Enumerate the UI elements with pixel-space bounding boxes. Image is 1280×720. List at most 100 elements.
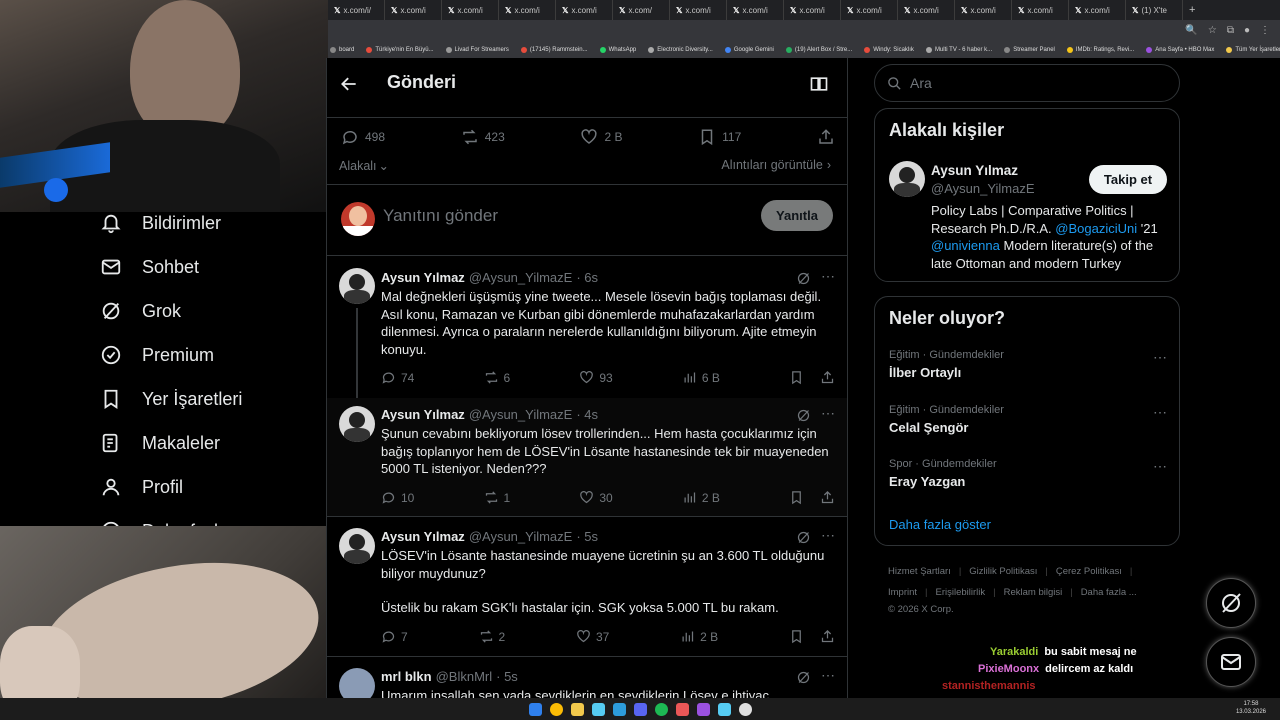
bookmark-item[interactable]: Google Gemini	[724, 47, 774, 53]
browser-tab[interactable]: 𝕏x.com/i	[385, 0, 442, 20]
more-options-icon[interactable]: ⋯	[1153, 349, 1167, 366]
tweet-time[interactable]: · 4s	[576, 407, 598, 422]
reply-input[interactable]: Yanıtını gönder	[383, 206, 498, 226]
system-clock[interactable]: 17:58 13.03.2026	[1236, 700, 1266, 716]
footer-link[interactable]: Reklam bilgisi	[1004, 587, 1063, 598]
footer-link[interactable]: Gizlilik Politikası	[969, 566, 1037, 577]
file-explorer-icon[interactable]	[570, 702, 584, 716]
repost-button[interactable]: 2	[479, 629, 505, 644]
browser-tab[interactable]: 𝕏x.com/i	[784, 0, 841, 20]
reader-icon[interactable]	[809, 74, 829, 94]
tweet[interactable]: Aysun Yılmaz @Aysun_YilmazE · 5s LÖSEV'i…	[327, 520, 847, 656]
author-name[interactable]: mrl blkn	[381, 669, 432, 684]
bookmark-item[interactable]: board	[330, 47, 354, 53]
author-handle[interactable]: @Aysun_YilmazE	[469, 529, 573, 544]
bio-link[interactable]: @univienna	[931, 238, 1000, 253]
author-handle[interactable]: @Aysun_YilmazE	[469, 270, 573, 285]
repost-button[interactable]: 6	[484, 370, 510, 385]
reply-button[interactable]: 74	[381, 370, 414, 385]
follow-button[interactable]: Takip et	[1089, 165, 1167, 194]
browser-tab[interactable]: 𝕏x.com/i/	[328, 0, 385, 20]
windows-start-icon[interactable]	[528, 702, 542, 716]
grok-icon[interactable]	[796, 670, 811, 685]
reply-button[interactable]: 10	[381, 490, 414, 505]
view-quotes-link[interactable]: Alıntıları görüntüle ›	[721, 158, 831, 172]
footer-link[interactable]: Imprint	[888, 587, 917, 598]
share-icon[interactable]	[820, 629, 835, 644]
bookmark-item[interactable]: (19) Alert Box / Stre...	[785, 47, 852, 53]
tweet-time[interactable]: · 5s	[496, 669, 518, 684]
twitch-icon[interactable]	[696, 702, 710, 716]
messages-fab[interactable]	[1206, 637, 1256, 687]
author-name[interactable]: Aysun Yılmaz	[381, 407, 465, 422]
search-input[interactable]: Ara	[874, 64, 1180, 102]
footer-link[interactable]: Hizmet Şartları	[888, 566, 951, 577]
app-icon[interactable]	[591, 702, 605, 716]
author-name[interactable]: Aysun Yılmaz	[381, 529, 465, 544]
browser-tab[interactable]: 𝕏x.com/i	[955, 0, 1012, 20]
grok-icon[interactable]	[796, 408, 811, 423]
tweet[interactable]: Aysun Yılmaz @Aysun_YilmazE · 4s Şunun c…	[327, 398, 847, 516]
reply-count-button[interactable]: 498	[341, 128, 385, 146]
footer-link[interactable]: Çerez Politikası	[1056, 566, 1122, 577]
like-count-button[interactable]: 2 B	[580, 128, 622, 146]
browser-tab[interactable]: 𝕏x.com/i	[1069, 0, 1126, 20]
app-icon[interactable]	[675, 702, 689, 716]
nav-grok[interactable]: Grok	[100, 300, 181, 322]
tweet-time[interactable]: · 5s	[576, 529, 598, 544]
trend-item[interactable]: Eğitim · Gündemdekiler İlber Ortaylı ⋯	[889, 349, 1167, 380]
more-options-icon[interactable]: ⋯	[821, 667, 835, 684]
app-icon[interactable]	[717, 702, 731, 716]
like-button[interactable]: 93	[579, 370, 613, 385]
spotify-icon[interactable]	[654, 702, 668, 716]
avatar[interactable]	[889, 161, 925, 197]
browser-tab[interactable]: 𝕏x.com/i	[499, 0, 556, 20]
browser-tab[interactable]: 𝕏x.com/i	[670, 0, 727, 20]
chrome-icon[interactable]	[549, 702, 563, 716]
views-button[interactable]: 2 B	[682, 490, 720, 505]
browser-tab[interactable]: 𝕏x.com/i	[841, 0, 898, 20]
reply-button[interactable]: 7	[381, 629, 408, 644]
author-handle[interactable]: @Aysun_YilmazE	[469, 407, 573, 422]
repost-button[interactable]: 1	[484, 490, 510, 505]
bookmark-item[interactable]: Ana Sayfa • HBO Max	[1146, 47, 1214, 53]
zoom-icon[interactable]: 🔍	[1185, 25, 1197, 36]
bookmark-item[interactable]: WhatsApp	[599, 47, 636, 53]
extensions-icon[interactable]: ⧉	[1227, 25, 1234, 36]
browser-tab[interactable]: 𝕏 (1) X'te	[1126, 0, 1183, 20]
author-handle[interactable]: @BlknMrl	[436, 669, 493, 684]
bio-link[interactable]: @BogaziciUni	[1055, 221, 1137, 236]
grok-icon[interactable]	[796, 271, 811, 286]
person-name[interactable]: Aysun Yılmaz	[931, 163, 1018, 178]
more-options-icon[interactable]: ⋯	[821, 527, 835, 544]
bookmark-item[interactable]: IMDb: Ratings, Revi...	[1066, 47, 1134, 53]
nav-bookmarks[interactable]: Yer İşaretleri	[100, 388, 242, 410]
repost-count-button[interactable]: 423	[461, 128, 505, 146]
views-button[interactable]: 2 B	[680, 629, 718, 644]
star-icon[interactable]: ☆	[1208, 25, 1217, 36]
bookmark-item[interactable]: Tüm Yer İşaretleri	[1226, 47, 1280, 53]
bookmark-item[interactable]: (17145) Rammstein...	[520, 47, 588, 53]
browser-tab[interactable]: 𝕏x.com/i	[442, 0, 499, 20]
footer-link[interactable]: Erişilebilirlik	[936, 587, 986, 598]
footer-link[interactable]: Daha fazla ...	[1081, 587, 1137, 598]
arrow-left-icon[interactable]	[339, 74, 359, 94]
share-button[interactable]	[817, 128, 835, 146]
avatar[interactable]	[339, 268, 375, 304]
bookmark-count-button[interactable]: 117	[698, 128, 741, 146]
browser-tab[interactable]: 𝕏x.com/i	[898, 0, 955, 20]
avatar[interactable]	[339, 668, 375, 698]
nav-premium[interactable]: Premium	[100, 344, 214, 366]
tweet[interactable]: Aysun Yılmaz @Aysun_YilmazE · 6s Mal değ…	[327, 264, 847, 398]
share-icon[interactable]	[820, 490, 835, 505]
nav-notifications[interactable]: Bildirimler	[100, 212, 221, 234]
bookmark-item[interactable]: Electronic Diversity...	[648, 47, 713, 53]
browser-tab[interactable]: 𝕏x.com/i	[727, 0, 784, 20]
tweet[interactable]: mrl blkn @BlknMrl · 5s Umarım inşallah s…	[327, 660, 847, 698]
bookmark-item[interactable]: Streamer Panel	[1004, 47, 1055, 53]
steam-icon[interactable]	[612, 702, 626, 716]
bookmark-item[interactable]: Windy: Sicaklık	[864, 47, 914, 53]
views-button[interactable]: 6 B	[682, 370, 720, 385]
new-tab-button[interactable]: +	[1189, 4, 1195, 16]
like-button[interactable]: 37	[576, 629, 609, 644]
